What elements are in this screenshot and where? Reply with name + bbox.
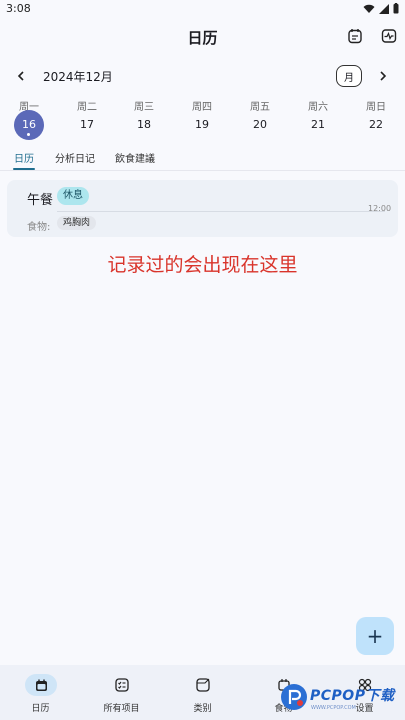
date-cell[interactable]: 22 [361,110,391,140]
event-indicator-dot [27,133,30,136]
nav-label: 类别 [193,704,212,714]
watermark-logo-icon [281,684,307,710]
month-label: 2024年12月 [43,70,113,84]
nav-item-calendar[interactable]: 日历 [0,665,81,720]
date-cell[interactable]: 19 [187,110,217,140]
status-tag: 休息 [57,187,89,205]
checklist-icon [106,674,138,696]
status-icons [363,3,399,14]
activity-icon [381,29,397,43]
entry-time: 12:00 [368,204,392,213]
calendar-icon [25,674,57,696]
nav-item-categories[interactable]: 类别 [162,665,243,720]
tab-diet-advice[interactable]: 飲食建議 [115,150,155,165]
date-cell[interactable]: 17 [72,110,102,140]
meal-entry-card[interactable]: 午餐 休息 12:00 食物: 鸡胸肉 [7,180,398,237]
date-cell[interactable]: 20 [245,110,275,140]
view-mode-toggle[interactable]: 月 [336,65,362,87]
calendar-note-button[interactable] [345,26,365,46]
tabs-divider [0,170,405,171]
nav-item-all-items[interactable]: 所有项目 [81,665,162,720]
date-cell[interactable]: 21 [303,110,333,140]
add-entry-button[interactable]: + [356,617,394,655]
signal-icon [379,3,389,14]
chevron-left-icon [17,71,24,81]
meal-type-label: 午餐 [27,193,54,208]
watermark-subtext: WWW.PCPOP.COM [311,705,356,711]
next-week-button[interactable] [374,67,392,85]
tab-analysis-diary[interactable]: 分析日记 [55,150,95,165]
folder-icon [187,674,219,696]
wifi-icon [363,4,375,13]
watermark-text: PCPOP下载 [310,688,395,704]
nav-label: 所有项目 [103,704,140,714]
battery-icon [393,3,399,14]
date-cell[interactable]: 18 [129,110,159,140]
status-time: 3:08 [6,2,31,15]
annotation-text: 记录过的会出现在这里 [107,254,298,276]
food-tag: 鸡胸肉 [57,216,97,230]
nav-label: 日历 [31,704,50,714]
activity-button[interactable] [379,26,399,46]
watermark: PCPOP下载 WWW.PCPOP.COM [276,680,405,720]
food-label: 食物: [27,222,51,233]
chevron-right-icon [380,71,387,81]
tab-calendar[interactable]: 日历 [14,150,34,165]
calendar-note-icon [348,29,362,44]
previous-week-button[interactable] [12,67,30,85]
card-divider [57,211,385,212]
